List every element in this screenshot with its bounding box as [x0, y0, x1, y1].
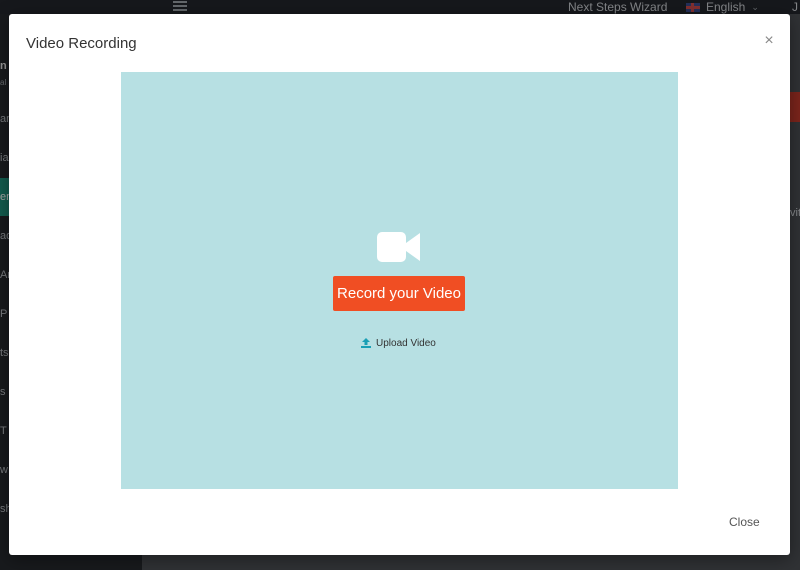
upload-video-label: Upload Video: [376, 337, 436, 349]
record-video-button[interactable]: Record your Video: [333, 276, 465, 311]
close-icon[interactable]: ×: [761, 33, 777, 49]
upload-icon: [361, 338, 371, 348]
upload-video-link[interactable]: Upload Video: [361, 336, 436, 350]
video-recording-modal: Video Recording × Record your Video Uplo…: [9, 14, 790, 555]
close-button[interactable]: Close: [729, 515, 760, 529]
video-preview-area: Record your Video Upload Video: [121, 72, 678, 489]
video-camera-icon: [377, 232, 420, 262]
modal-title: Video Recording: [26, 35, 137, 52]
